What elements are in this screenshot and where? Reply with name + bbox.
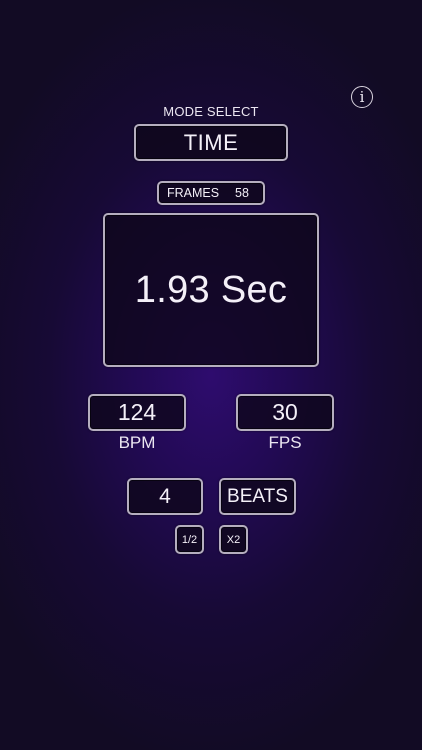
bpm-value: 124	[117, 399, 157, 425]
fps-value: 30	[272, 399, 298, 425]
bpm-input[interactable]: 124	[88, 394, 186, 431]
mode-select-button[interactable]: TIME	[134, 124, 288, 161]
frames-label: FRAMES	[167, 186, 220, 200]
frames-value: 58	[235, 186, 249, 200]
bpm-label: BPM	[118, 433, 156, 452]
duration-display: 1.93 Sec	[103, 213, 319, 367]
mode-select-label: MODE SELECT	[163, 104, 259, 119]
fps-input[interactable]: 30	[236, 394, 334, 431]
beats-count-value: 4	[159, 484, 171, 508]
frames-readout: FRAMES 58	[157, 181, 265, 205]
duration-value: 1.93 Sec	[134, 268, 288, 311]
double-button[interactable]: X2	[219, 525, 248, 554]
half-label: 1/2	[181, 533, 198, 546]
beats-unit-label: BEATS	[227, 485, 288, 507]
half-button[interactable]: 1/2	[175, 525, 204, 554]
double-label: X2	[226, 533, 241, 546]
beats-count-input[interactable]: 4	[127, 478, 203, 515]
fps-label: FPS	[268, 433, 302, 452]
beats-unit-button[interactable]: BEATS	[219, 478, 296, 515]
mode-value: TIME	[183, 129, 239, 155]
